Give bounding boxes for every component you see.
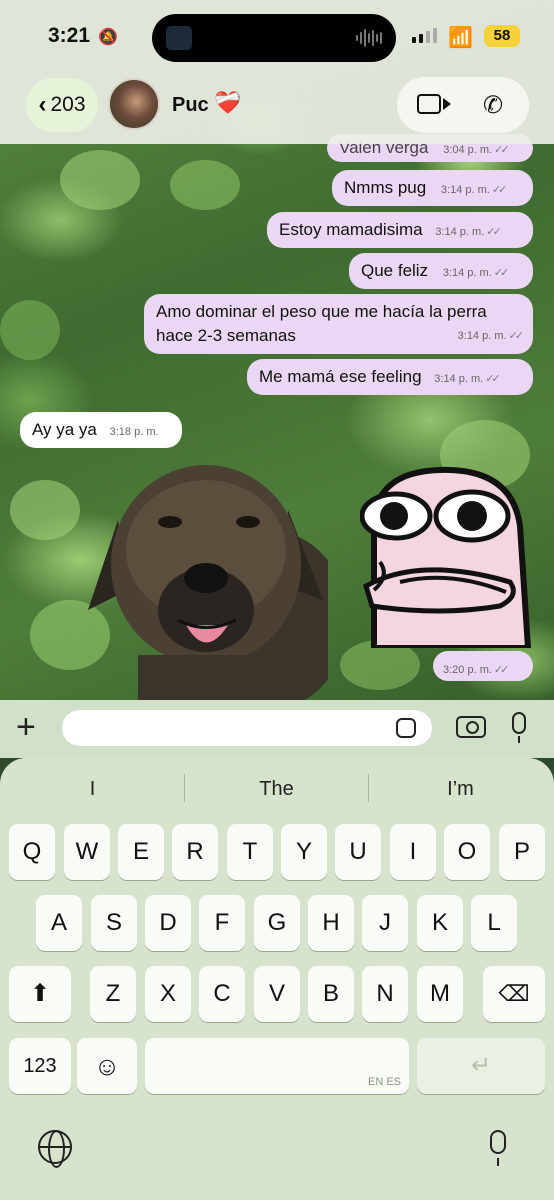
keyboard: I The I’m Q W E R T Y U I O P A S D F G … (0, 758, 554, 1200)
key-b[interactable]: B (308, 966, 354, 1022)
key-n[interactable]: N (362, 966, 408, 1022)
key-s[interactable]: S (91, 895, 137, 951)
key-z[interactable]: Z (90, 966, 136, 1022)
wifi-icon: 📶 (448, 27, 473, 49)
media-thumbnail-icon (166, 26, 192, 50)
message-text: Que feliz (361, 261, 429, 280)
numbers-key[interactable]: 123 (9, 1038, 71, 1094)
read-ticks-icon: ✓✓ (493, 664, 510, 676)
chevron-left-icon: ‹ (38, 91, 47, 118)
read-ticks-icon: ✓✓ (491, 184, 508, 196)
message-input[interactable] (62, 710, 432, 746)
key-q[interactable]: Q (9, 824, 55, 880)
message-composer: + (0, 700, 554, 758)
message-time: 3:14 p. m. ✓✓ (457, 330, 525, 342)
key-i[interactable]: I (390, 824, 436, 880)
message-time: 3:14 p. m. ✓✓ (434, 373, 501, 385)
read-ticks-icon: ✓✓ (493, 267, 510, 279)
key-x[interactable]: X (145, 966, 191, 1022)
globe-icon[interactable] (38, 1130, 72, 1168)
message-bubble-outgoing[interactable]: Me mamá ese feeling 3:14 p. m. ✓✓ (247, 359, 533, 395)
message-text: Ay ya ya (32, 420, 97, 439)
battery-indicator: 58 (484, 25, 520, 47)
message-text: Estoy mamadisima (279, 220, 423, 239)
key-r[interactable]: R (172, 824, 218, 880)
key-u[interactable]: U (335, 824, 381, 880)
message-bubble-incoming[interactable]: Ay ya ya 3:18 p. m. (20, 412, 182, 448)
key-e[interactable]: E (118, 824, 164, 880)
message-time: 3:18 p. m. (109, 426, 159, 438)
key-t[interactable]: T (227, 824, 273, 880)
key-o[interactable]: O (444, 824, 490, 880)
mending-heart-emoji: ❤️‍🩹 (214, 90, 242, 115)
phone-icon[interactable]: ✆ (483, 91, 503, 120)
dog-photo[interactable] (78, 460, 328, 700)
emoji-icon: ☺ (93, 1051, 121, 1081)
contact-name[interactable]: Puc (172, 94, 209, 117)
return-icon: ↵ (470, 1052, 492, 1079)
return-key[interactable]: ↵ (417, 1038, 545, 1094)
key-w[interactable]: W (64, 824, 110, 880)
message-time: 3:14 p. m. ✓✓ (435, 226, 502, 238)
key-a[interactable]: A (36, 895, 82, 951)
key-y[interactable]: Y (281, 824, 327, 880)
chat-header: ‹ 203 Puc ❤️‍🩹 ✆ (0, 72, 554, 144)
backspace-icon: ⌫ (498, 981, 530, 1006)
key-p[interactable]: P (499, 824, 545, 880)
key-g[interactable]: G (254, 895, 300, 951)
divider (184, 774, 185, 802)
message-time: 3:14 p. m. ✓✓ (442, 267, 510, 279)
clock: 3:21 (48, 24, 91, 47)
divider (368, 774, 369, 802)
key-l[interactable]: L (471, 895, 517, 951)
suggestion-2[interactable]: The (194, 772, 359, 806)
cellular-signal-icon (412, 28, 437, 43)
key-h[interactable]: H (308, 895, 354, 951)
camera-icon[interactable] (456, 716, 486, 738)
dictation-microphone-icon[interactable] (490, 1130, 506, 1166)
key-c[interactable]: C (199, 966, 245, 1022)
message-text: Amo dominar el peso que me hacía la perr… (156, 302, 487, 345)
message-bubble-outgoing[interactable]: Estoy mamadisima 3:14 p. m. ✓✓ (267, 212, 533, 248)
shift-icon: ⬆ (29, 980, 51, 1007)
message-bubble-outgoing[interactable]: Amo dominar el peso que me hacía la perr… (144, 294, 533, 354)
message-text: Me mamá ese feeling (259, 367, 422, 386)
suggestion-3[interactable]: I’m (378, 772, 543, 806)
key-d[interactable]: D (145, 895, 191, 951)
back-button[interactable]: ‹ 203 (26, 78, 98, 132)
key-v[interactable]: V (254, 966, 300, 1022)
message-time: 3:14 p. m. ✓✓ (440, 184, 508, 196)
plus-icon[interactable]: + (16, 708, 36, 747)
sticker-icon[interactable] (396, 718, 416, 738)
shift-key[interactable]: ⬆ (9, 966, 71, 1022)
read-ticks-icon: ✓✓ (486, 226, 502, 238)
character-sticker[interactable] (360, 466, 532, 648)
message-bubble-outgoing[interactable]: Que feliz 3:14 p. m. ✓✓ (349, 253, 533, 289)
key-k[interactable]: K (417, 895, 463, 951)
audio-waveform-icon (356, 28, 382, 48)
key-m[interactable]: M (417, 966, 463, 1022)
emoji-key[interactable]: ☺ (77, 1038, 137, 1094)
language-label: EN ES (367, 1076, 401, 1088)
status-bar: 3:21 🔕 📶 58 (0, 0, 554, 72)
dynamic-island[interactable] (152, 14, 396, 62)
key-j[interactable]: J (362, 895, 408, 951)
avatar[interactable] (108, 78, 160, 130)
message-bubble-outgoing[interactable]: Nmms pug 3:14 p. m. ✓✓ (332, 170, 533, 206)
space-bar[interactable]: EN ES (145, 1038, 409, 1094)
sticker-timestamp: 3:20 p. m. ✓✓ (433, 651, 533, 681)
read-ticks-icon: ✓✓ (508, 330, 525, 342)
microphone-icon[interactable] (512, 712, 526, 743)
unread-count: 203 (50, 93, 86, 116)
silent-bell-icon: 🔕 (98, 29, 118, 46)
read-ticks-icon: ✓✓ (485, 373, 501, 385)
video-camera-icon[interactable] (417, 94, 451, 114)
message-text: Nmms pug (344, 178, 427, 197)
suggestion-1[interactable]: I (10, 772, 175, 806)
backspace-key[interactable]: ⌫ (483, 966, 545, 1022)
key-f[interactable]: F (199, 895, 245, 951)
call-actions: ✆ (397, 77, 529, 133)
